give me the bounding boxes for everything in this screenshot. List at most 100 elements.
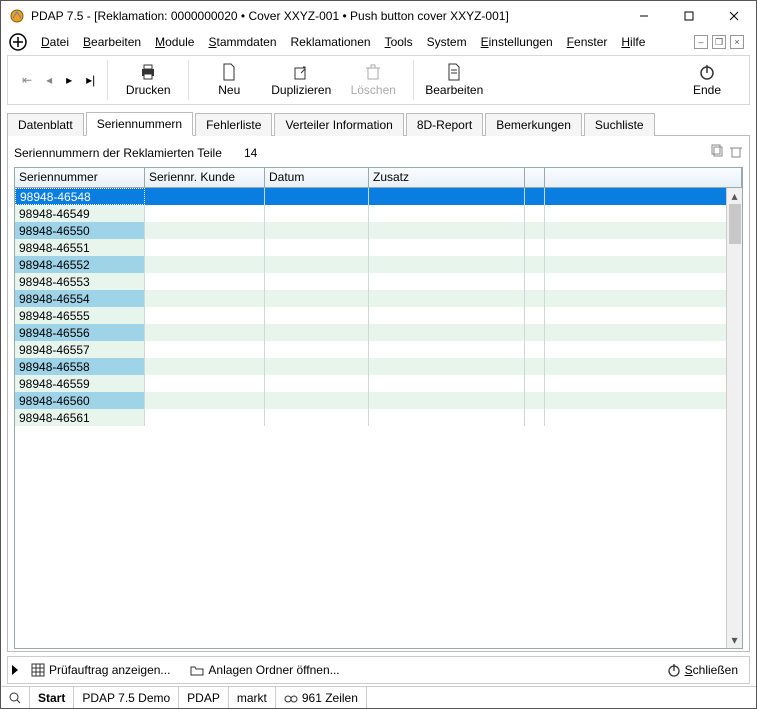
cell[interactable] [265, 375, 369, 392]
cell[interactable] [369, 273, 525, 290]
cell[interactable] [369, 188, 525, 205]
cell[interactable] [145, 188, 265, 205]
cell[interactable] [545, 358, 742, 375]
cell[interactable] [265, 239, 369, 256]
vertical-scrollbar[interactable]: ▴ ▾ [726, 188, 742, 648]
table-row[interactable]: 98948-46559 [15, 375, 742, 392]
cell[interactable] [265, 358, 369, 375]
cell[interactable] [525, 205, 545, 222]
cell[interactable] [525, 341, 545, 358]
cell[interactable] [369, 256, 525, 273]
menu-module[interactable]: Module [149, 33, 200, 51]
cell[interactable] [265, 341, 369, 358]
col-seriennummer[interactable]: Seriennummer [15, 168, 145, 187]
copy-icon[interactable] [711, 144, 725, 161]
col-zusatz[interactable]: Zusatz [369, 168, 525, 187]
table-row[interactable]: 98948-46550 [15, 222, 742, 239]
menu-stammdaten[interactable]: Stammdaten [202, 33, 282, 51]
grid-body[interactable]: 98948-4654898948-4654998948-4655098948-4… [15, 188, 742, 648]
delete-icon[interactable] [729, 144, 743, 161]
tab-suchliste[interactable]: Suchliste [584, 113, 655, 136]
menu-einstellungen[interactable]: Einstellungen [475, 33, 559, 51]
cell[interactable] [369, 375, 525, 392]
schliessen-button[interactable]: Schließen [660, 660, 745, 680]
cell[interactable] [545, 307, 742, 324]
cell[interactable]: 98948-46550 [15, 222, 145, 239]
cell[interactable] [545, 188, 742, 205]
cell[interactable] [525, 256, 545, 273]
new-record-icon[interactable] [9, 33, 27, 51]
mdi-minimize-button[interactable]: – [694, 35, 708, 49]
cell[interactable] [545, 256, 742, 273]
scroll-up-icon[interactable]: ▴ [727, 188, 742, 204]
table-row[interactable]: 98948-46548 [15, 188, 742, 205]
cell[interactable] [145, 256, 265, 273]
mdi-close-button[interactable]: × [730, 35, 744, 49]
cell[interactable] [545, 409, 742, 426]
cell[interactable] [145, 307, 265, 324]
cell[interactable] [369, 358, 525, 375]
table-row[interactable]: 98948-46553 [15, 273, 742, 290]
col-datum[interactable]: Datum [265, 168, 369, 187]
cell[interactable] [545, 222, 742, 239]
menu-bearbeiten[interactable]: Bearbeiten [77, 33, 147, 51]
cell[interactable] [265, 205, 369, 222]
cell[interactable] [369, 324, 525, 341]
new-button[interactable]: Neu [193, 57, 265, 103]
cell[interactable] [369, 290, 525, 307]
table-row[interactable]: 98948-46551 [15, 239, 742, 256]
nav-prev-icon[interactable]: ◂ [46, 73, 52, 87]
cell[interactable] [525, 273, 545, 290]
cell[interactable]: 98948-46548 [15, 188, 145, 205]
cell[interactable] [145, 290, 265, 307]
cell[interactable] [545, 239, 742, 256]
scroll-down-icon[interactable]: ▾ [727, 632, 742, 648]
cell[interactable] [265, 409, 369, 426]
tab-fehlerliste[interactable]: Fehlerliste [195, 113, 272, 136]
cell[interactable] [265, 256, 369, 273]
tab-verteiler[interactable]: Verteiler Information [274, 113, 403, 136]
end-button[interactable]: Ende [671, 57, 743, 103]
cell[interactable]: 98948-46554 [15, 290, 145, 307]
cell[interactable] [265, 324, 369, 341]
cell[interactable]: 98948-46553 [15, 273, 145, 290]
cell[interactable] [545, 290, 742, 307]
cell[interactable] [525, 290, 545, 307]
cell[interactable] [369, 222, 525, 239]
table-row[interactable]: 98948-46555 [15, 307, 742, 324]
pruefauftrag-button[interactable]: Prüfauftrag anzeigen... [24, 660, 177, 680]
table-row[interactable]: 98948-46549 [15, 205, 742, 222]
cell[interactable] [525, 409, 545, 426]
cell[interactable] [525, 307, 545, 324]
close-button[interactable] [711, 1, 756, 31]
cell[interactable]: 98948-46552 [15, 256, 145, 273]
menu-reklamationen[interactable]: Reklamationen [285, 33, 377, 51]
cell[interactable] [369, 341, 525, 358]
duplicate-button[interactable]: Duplizieren [265, 57, 337, 103]
cell[interactable] [525, 324, 545, 341]
cell[interactable] [369, 409, 525, 426]
cell[interactable] [265, 188, 369, 205]
cell[interactable] [545, 205, 742, 222]
tab-8d-report[interactable]: 8D-Report [406, 113, 483, 136]
cell[interactable] [369, 307, 525, 324]
cell[interactable] [525, 375, 545, 392]
cell[interactable] [369, 392, 525, 409]
cell[interactable] [265, 290, 369, 307]
table-row[interactable]: 98948-46552 [15, 256, 742, 273]
nav-first-icon[interactable]: ⇤ [22, 73, 32, 87]
menu-hilfe[interactable]: Hilfe [615, 33, 651, 51]
cell[interactable] [145, 375, 265, 392]
status-search[interactable] [1, 687, 30, 708]
anlagen-button[interactable]: Anlagen Ordner öffnen... [183, 660, 346, 680]
cell[interactable] [265, 392, 369, 409]
cell[interactable] [145, 341, 265, 358]
nav-last-icon[interactable]: ▸| [86, 73, 95, 87]
cell[interactable] [145, 324, 265, 341]
cell[interactable] [145, 392, 265, 409]
cell[interactable] [525, 188, 545, 205]
data-grid[interactable]: Seriennummer Seriennr. Kunde Datum Zusat… [14, 167, 743, 649]
cell[interactable]: 98948-46557 [15, 341, 145, 358]
table-row[interactable]: 98948-46560 [15, 392, 742, 409]
cell[interactable] [145, 205, 265, 222]
